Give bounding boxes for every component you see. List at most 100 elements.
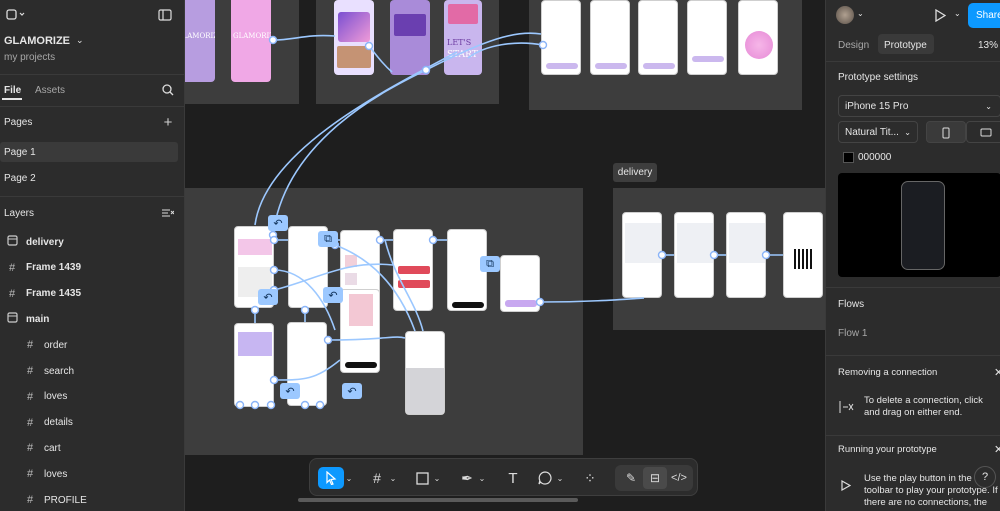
hash-icon: # <box>26 339 34 352</box>
page-item-2[interactable]: Page 2 <box>4 173 36 184</box>
layer-item-label: delivery <box>26 236 64 248</box>
play-chevron-icon[interactable]: ⌄ <box>954 9 961 18</box>
device-select-value: iPhone 15 Pro <box>845 100 909 112</box>
model-select[interactable]: Natural Tit... ⌄ <box>838 121 918 143</box>
tab-design[interactable]: Design <box>838 40 869 51</box>
frame-tool-icon[interactable]: # <box>365 467 389 489</box>
running-prototype-heading: Running your prototype <box>838 444 937 455</box>
removing-connection-heading: Removing a connection <box>838 367 938 378</box>
move-tool-icon[interactable] <box>318 467 344 489</box>
layer-item-label: order <box>44 339 68 351</box>
layer-item-label: loves <box>44 391 68 403</box>
portrait-toggle[interactable] <box>926 121 966 143</box>
model-select-value: Natural Tit... <box>845 126 899 138</box>
layer-item-label: main <box>26 313 50 325</box>
dev-mode-icon[interactable]: </> <box>667 467 691 489</box>
left-panel: GLAMORIZE ⌄ my projects File Assets Page… <box>0 0 185 511</box>
back-action-icon[interactable]: ↶ <box>268 215 288 231</box>
hash-icon: # <box>26 442 34 455</box>
layer-item-label: PROFILE <box>44 494 87 506</box>
comment-tool-chevron-icon[interactable]: ⌄ <box>555 467 565 489</box>
right-panel: ⌄ ⌄ Share Design Prototype 13% Prototype… <box>825 0 1000 511</box>
horizontal-scrollbar[interactable] <box>298 498 578 502</box>
avatar[interactable] <box>836 6 854 24</box>
canvas[interactable]: GLAMORIZE GLAMORIZE LET'S START <box>185 0 825 511</box>
overlay-action-icon[interactable]: ⧉ <box>318 231 338 247</box>
layer-item[interactable]: # PROFILE <box>0 487 185 511</box>
layer-item[interactable]: # loves <box>0 461 185 487</box>
help-button[interactable]: ? <box>974 466 996 488</box>
project-name[interactable]: my projects <box>4 52 55 63</box>
design-mode-icon[interactable]: ⊟ <box>643 467 667 489</box>
back-action-icon-5[interactable]: ↶ <box>342 383 362 399</box>
hash-icon: # <box>26 365 34 377</box>
layer-item[interactable]: # search <box>0 358 185 384</box>
move-tool-chevron-icon[interactable]: ⌄ <box>344 467 354 489</box>
layer-item[interactable]: # Frame 1435 <box>0 281 185 307</box>
removing-connection-text: To delete a connection, click and drag o… <box>864 395 983 418</box>
comment-tool-icon[interactable] <box>533 467 557 489</box>
zoom-level[interactable]: 13% <box>978 40 998 51</box>
draw-mode-icon[interactable]: ✎ <box>619 467 643 489</box>
frame-tool-chevron-icon[interactable]: ⌄ <box>388 467 398 489</box>
layer-item[interactable]: # order <box>0 332 185 358</box>
model-chevron-icon: ⌄ <box>904 127 911 137</box>
tab-prototype[interactable]: Prototype <box>884 40 927 51</box>
landscape-toggle[interactable] <box>966 121 1000 143</box>
shape-tool-chevron-icon[interactable]: ⌄ <box>432 467 442 489</box>
text-tool-icon[interactable]: T <box>501 467 525 489</box>
hash-icon: # <box>26 494 34 506</box>
back-action-icon-3[interactable]: ↶ <box>323 287 343 303</box>
play-icon[interactable] <box>931 6 949 24</box>
flows-heading: Flows <box>838 299 865 310</box>
file-title-chevron-icon[interactable]: ⌄ <box>76 35 84 46</box>
layer-item[interactable]: delivery <box>0 229 185 255</box>
tab-assets[interactable]: Assets <box>35 85 65 96</box>
device-frame-icon <box>901 181 945 270</box>
hash-icon: # <box>26 390 34 403</box>
actions-tool-icon[interactable]: ⁘ <box>578 467 602 489</box>
prototype-settings-heading: Prototype settings <box>838 72 919 83</box>
device-select[interactable]: iPhone 15 Pro ⌄ <box>838 95 1000 117</box>
file-title[interactable]: GLAMORIZE <box>4 35 70 47</box>
layer-item[interactable]: # loves <box>0 384 185 410</box>
layer-item[interactable]: # cart <box>0 435 185 461</box>
disconnect-icon <box>838 398 856 416</box>
pen-tool-chevron-icon[interactable]: ⌄ <box>477 467 487 489</box>
layer-item-label: cart <box>44 442 61 454</box>
back-action-icon-2[interactable]: ↶ <box>258 289 278 305</box>
flow-item[interactable]: Flow 1 <box>838 328 867 339</box>
sidebar-toggle-icon[interactable] <box>156 7 174 23</box>
layer-item[interactable]: main <box>0 306 185 332</box>
close-removing-icon[interactable]: ✕ <box>994 366 1000 379</box>
tab-file-underline <box>2 98 22 100</box>
play-hint-icon <box>838 477 854 493</box>
layers-collapse-icon[interactable] <box>160 206 176 220</box>
share-button[interactable]: Share <box>968 3 1000 28</box>
figma-menu-icon[interactable] <box>4 7 28 23</box>
pages-heading: Pages <box>4 117 33 128</box>
frame-icon <box>4 235 20 249</box>
device-chevron-icon: ⌄ <box>985 101 992 111</box>
add-page-icon[interactable]: + <box>160 114 176 131</box>
layer-item[interactable]: # Frame 1439 <box>0 255 185 281</box>
hash-icon: # <box>8 261 16 274</box>
hash-icon: # <box>8 287 16 300</box>
layer-item-label: Frame 1439 <box>26 262 82 274</box>
back-action-icon-4[interactable]: ↶ <box>280 383 300 399</box>
page-item-1[interactable]: Page 1 <box>4 147 36 158</box>
overlay-action-icon-2[interactable]: ⧉ <box>480 256 500 272</box>
close-running-icon[interactable]: ✕ <box>994 443 1000 456</box>
device-preview <box>838 173 1000 277</box>
search-icon[interactable] <box>160 82 176 98</box>
tab-file[interactable]: File <box>4 85 21 96</box>
rectangle-tool-icon[interactable] <box>410 467 434 489</box>
layer-item[interactable]: # details <box>0 410 185 436</box>
hash-icon: # <box>26 468 34 481</box>
hash-icon: # <box>26 416 34 429</box>
pen-tool-icon[interactable]: ✒ <box>455 467 479 489</box>
bottom-toolbar: ⌄ # ⌄ ⌄ ✒ ⌄ T ⌄ ⁘ ✎ ⊟ </> <box>309 458 698 496</box>
avatar-chevron-icon[interactable]: ⌄ <box>857 9 864 18</box>
bg-color-value[interactable]: 000000 <box>858 152 891 163</box>
bg-color-swatch[interactable] <box>843 152 854 163</box>
